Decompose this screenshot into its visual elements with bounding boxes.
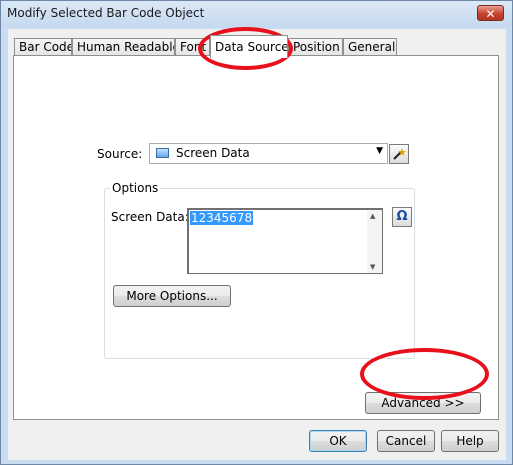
source-value: Screen Data — [176, 146, 250, 160]
tab-bar-code[interactable]: Bar Code — [14, 38, 72, 56]
source-select[interactable]: Screen Data ▼ — [149, 143, 388, 164]
source-wizard-button[interactable] — [389, 144, 409, 164]
wand-icon — [393, 148, 406, 160]
cancel-button[interactable]: Cancel — [377, 430, 435, 452]
scroll-down-icon[interactable]: ▼ — [370, 263, 375, 271]
chevron-down-icon: ▼ — [376, 146, 383, 156]
options-group: Options Screen Data: 12345678 ▲ ▼ Ω More… — [104, 181, 415, 359]
screen-data-field[interactable]: 12345678 ▲ ▼ — [187, 208, 383, 274]
screen-data-value: 12345678 — [190, 211, 254, 225]
ok-button[interactable]: OK — [309, 430, 367, 452]
more-options-button[interactable]: More Options... — [113, 285, 231, 307]
special-characters-button[interactable]: Ω — [392, 207, 412, 227]
source-label: Source: — [97, 147, 143, 161]
screen-data-icon — [156, 148, 169, 158]
omega-icon: Ω — [396, 209, 408, 224]
help-button[interactable]: Help — [441, 430, 499, 452]
close-icon: ✕ — [485, 7, 496, 21]
highlight-ring-advanced — [360, 348, 489, 400]
tab-position[interactable]: Position — [288, 38, 343, 56]
scroll-up-icon[interactable]: ▲ — [370, 212, 375, 220]
dialog-window: Modify Selected Bar Code Object ✕ Bar Co… — [0, 0, 513, 465]
tab-data-source[interactable]: Data Source — [210, 35, 288, 58]
tab-human-readable[interactable]: Human Readable — [72, 38, 175, 56]
screen-data-scrollbar[interactable]: ▲ ▼ — [367, 210, 382, 273]
options-title: Options — [110, 181, 161, 195]
window-title: Modify Selected Bar Code Object — [7, 6, 205, 20]
tab-general[interactable]: General — [343, 38, 397, 56]
title-bar: Modify Selected Bar Code Object ✕ — [1, 1, 512, 27]
close-button[interactable]: ✕ — [477, 5, 504, 21]
screen-data-label: Screen Data: — [111, 210, 189, 224]
